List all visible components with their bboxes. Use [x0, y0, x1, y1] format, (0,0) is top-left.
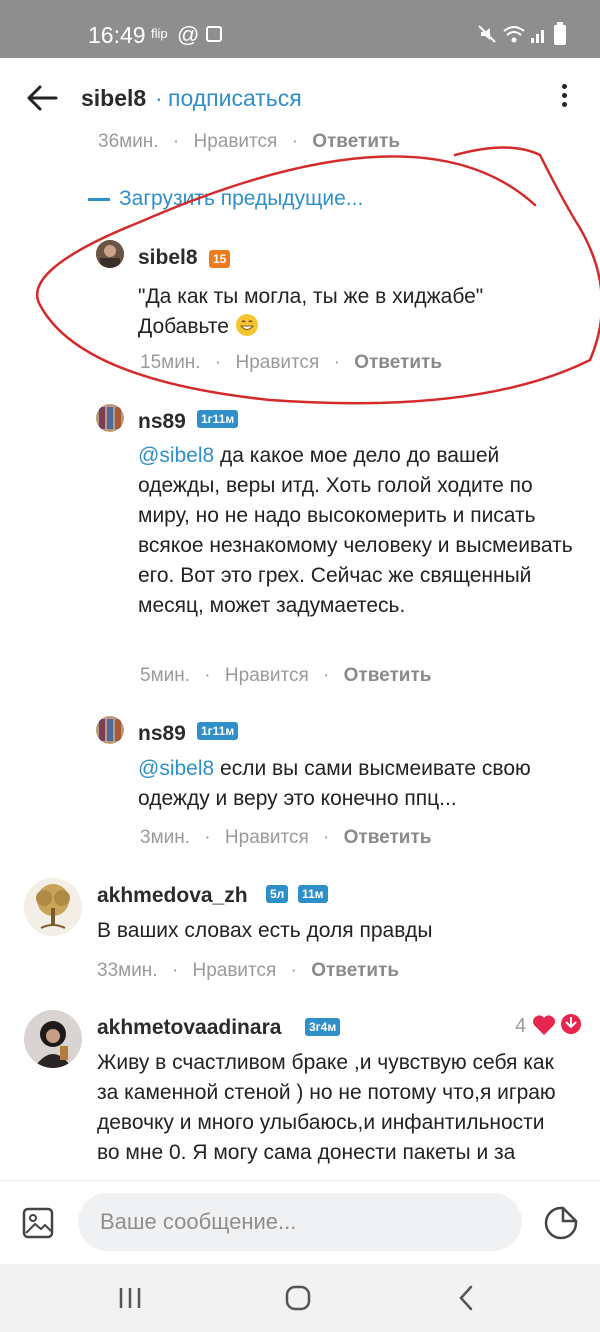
mention-link[interactable]: @sibel8	[138, 444, 214, 467]
reply-button[interactable]: Ответить	[311, 960, 399, 981]
like-button[interactable]: Нравится	[225, 665, 309, 686]
tree-avatar-image	[24, 878, 82, 936]
meta-separator: ·	[323, 827, 330, 848]
meta-separator: ·	[171, 960, 179, 981]
like-button[interactable]: Нравится	[193, 131, 277, 152]
more-menu-icon[interactable]	[552, 80, 576, 116]
comment-meta: 3мин. · Нравится · Ответить	[140, 827, 431, 849]
status-time: 16:49	[88, 22, 146, 48]
title-separator: ·	[155, 85, 163, 111]
recent-apps-icon[interactable]	[117, 1286, 143, 1310]
avatar[interactable]	[24, 878, 82, 936]
comment-time: 33мин.	[97, 960, 158, 981]
avatar-image	[96, 404, 124, 432]
message-input[interactable]	[78, 1193, 522, 1251]
comment-username[interactable]: ns89	[138, 722, 186, 746]
status-bar: 16:49 flip @	[0, 0, 600, 58]
at-icon: @	[177, 22, 200, 47]
meta-separator: ·	[204, 827, 211, 848]
comment-text-line: Добавьте	[138, 312, 578, 342]
subscribe-link[interactable]: подписаться	[168, 85, 302, 112]
membership-badge: 11м	[298, 885, 328, 903]
comment-text: @sibel8 да какое мое дело до вашей одежд…	[138, 441, 578, 621]
comment-text-line: "Да как ты могла, ты же в хиджабе"	[138, 285, 484, 308]
reply-button[interactable]: Ответить	[312, 131, 400, 152]
back-arrow-icon[interactable]	[22, 78, 62, 118]
avatar[interactable]	[96, 240, 124, 268]
load-previous-label: Загрузить предыдущие...	[119, 187, 364, 210]
comment-time: 5мин.	[140, 665, 191, 686]
meta-separator: ·	[214, 352, 222, 373]
comment-username[interactable]: sibel8	[138, 246, 198, 270]
comment-time: 3мин.	[140, 827, 191, 848]
message-composer	[0, 1180, 600, 1265]
meta-separator: ·	[172, 131, 180, 152]
heart-icon[interactable]	[532, 1014, 556, 1036]
comment-text: @sibel8 если вы сами высмеивате свою оде…	[138, 754, 578, 814]
comment-username[interactable]: ns89	[138, 410, 186, 434]
load-previous-button[interactable]: Загрузить предыдущие...	[88, 187, 363, 211]
image-attach-icon[interactable]	[22, 1207, 54, 1239]
home-icon[interactable]	[284, 1284, 312, 1312]
battery-icon	[554, 22, 566, 45]
reply-button[interactable]: Ответить	[354, 352, 442, 373]
reply-button[interactable]: Ответить	[344, 827, 432, 848]
notification-icon	[206, 26, 222, 42]
comment-username[interactable]: akhmedova_zh	[97, 884, 248, 908]
meta-separator: ·	[323, 665, 330, 686]
app-bar: sibel8 · подписаться	[0, 58, 600, 138]
wifi-icon	[503, 26, 525, 43]
reply-button[interactable]: Ответить	[344, 665, 432, 686]
comment-text: В ваших словах есть доля правды	[97, 919, 433, 942]
like-count: 4	[515, 1015, 527, 1037]
comment-meta: 5мин. · Нравится · Ответить	[140, 665, 431, 687]
avatar-image	[96, 716, 124, 744]
avatar[interactable]	[96, 404, 124, 432]
meta-separator: ·	[333, 352, 340, 373]
mute-icon	[478, 25, 496, 43]
comment-text: "Да как ты могла, ты же в хиджабе" Добав…	[138, 282, 578, 342]
mention-link[interactable]: @sibel8	[138, 757, 214, 780]
comment-meta: 36мин. · Нравится · Ответить	[98, 131, 400, 153]
comment-body: да какое мое дело до вашей одежды, веры …	[138, 444, 573, 617]
membership-badge: 1г11м	[197, 410, 239, 428]
like-button[interactable]: Нравится	[225, 827, 309, 848]
comment-time: 15мин.	[140, 352, 201, 373]
comment-meta: 15мин. · Нравится · Ответить	[140, 352, 442, 374]
membership-badge: 1г11м	[197, 722, 239, 740]
membership-badge: 5л	[266, 885, 289, 903]
comment-username[interactable]: akhmetovaadinara	[97, 1016, 281, 1040]
sticker-icon[interactable]	[543, 1205, 579, 1241]
system-nav-bar	[0, 1264, 600, 1332]
signal-icon	[531, 30, 544, 43]
flip-icon: flip	[151, 26, 168, 41]
like-button[interactable]: Нравится	[235, 352, 319, 373]
back-nav-icon[interactable]	[456, 1284, 476, 1312]
meta-separator: ·	[204, 665, 211, 686]
like-button[interactable]: Нравится	[192, 960, 276, 981]
membership-badge: 3г4м	[305, 1018, 341, 1036]
comment-time: 36мин.	[98, 131, 159, 152]
gift-icon[interactable]	[560, 1013, 582, 1035]
avatar[interactable]	[96, 716, 124, 744]
red-circle-annotation	[35, 146, 600, 405]
level-badge: 15	[209, 250, 231, 268]
avatar[interactable]	[24, 1010, 82, 1068]
meta-separator: ·	[290, 960, 297, 981]
meta-separator: ·	[291, 131, 298, 152]
comment-text: Живу в счастливом браке ,и чувствую себя…	[97, 1051, 556, 1164]
comment-text-part: Добавьте	[138, 315, 229, 338]
page-title[interactable]: sibel8	[81, 85, 146, 112]
dash-icon	[88, 197, 110, 201]
avatar-image	[24, 1010, 82, 1068]
comment-meta: 33мин. · Нравится · Ответить	[97, 960, 399, 982]
avatar-image	[96, 240, 124, 268]
grinning-face-icon	[235, 314, 258, 336]
